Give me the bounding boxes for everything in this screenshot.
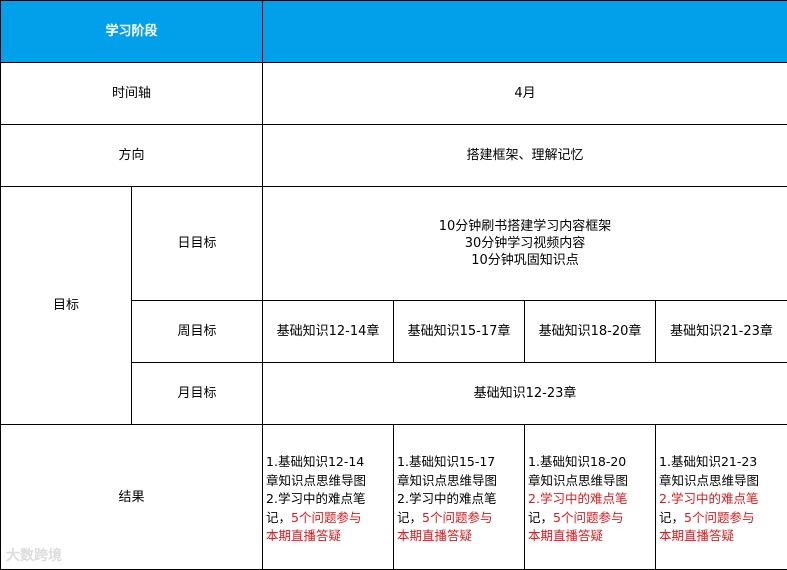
- result-line: 本期直播答疑: [659, 527, 787, 546]
- timeline-value: 4月: [263, 63, 787, 125]
- daily-goal-line: 30分钟学习视频内容: [263, 235, 787, 252]
- result-line: 本期直播答疑: [528, 527, 655, 546]
- weekly-goal-cell: 基础知识18-20章: [525, 301, 656, 363]
- result-cell: 1.基础知识18-20章知识点思维导图2.学习中的难点笔记，5个问题参与本期直播…: [525, 425, 656, 570]
- result-line: 本期直播答疑: [397, 527, 524, 546]
- result-line: 本期直播答疑: [266, 527, 393, 546]
- result-line: 章知识点思维导图: [397, 472, 524, 491]
- daily-goal-line: 10分钟刷书搭建学习内容框架: [263, 218, 787, 235]
- weekly-goal-cell: 基础知识21-23章: [656, 301, 787, 363]
- result-line: 1.基础知识21-23: [659, 453, 787, 472]
- result-text: 记，: [266, 510, 291, 525]
- result-line: 记，5个问题参与: [397, 509, 524, 528]
- result-highlight: 5个问题参与: [553, 510, 623, 525]
- result-line: 记，5个问题参与: [659, 509, 787, 528]
- timeline-label: 时间轴: [1, 63, 263, 125]
- result-line: 2.学习中的难点笔: [528, 490, 655, 509]
- watermark-logo: 大数跨境: [6, 545, 62, 565]
- weekly-goal-label: 周目标: [132, 301, 263, 363]
- result-line: 1.基础知识15-17: [397, 453, 524, 472]
- daily-goal-row: 目标 日目标 10分钟刷书搭建学习内容框架 30分钟学习视频内容 10分钟巩固知…: [1, 187, 787, 301]
- header-label: 学习阶段: [1, 1, 263, 63]
- weekly-goal-cell: 基础知识15-17章: [394, 301, 525, 363]
- weekly-goal-cell: 基础知识12-14章: [263, 301, 394, 363]
- results-row: 结果 1.基础知识12-14章知识点思维导图2.学习中的难点笔记，5个问题参与本…: [1, 425, 787, 570]
- daily-goal-line: 10分钟巩固知识点: [263, 252, 787, 269]
- direction-value: 搭建框架、理解记忆: [263, 125, 787, 187]
- result-line: 2.学习中的难点笔: [397, 490, 524, 509]
- result-line: 章知识点思维导图: [266, 472, 393, 491]
- result-cell: 1.基础知识15-17章知识点思维导图2.学习中的难点笔记，5个问题参与本期直播…: [394, 425, 525, 570]
- result-line: 2.学习中的难点笔: [659, 490, 787, 509]
- daily-goal-label: 日目标: [132, 187, 263, 301]
- direction-row: 方向 搭建框架、理解记忆: [1, 125, 787, 187]
- result-highlight: 5个问题参与: [422, 510, 492, 525]
- result-line: 章知识点思维导图: [659, 472, 787, 491]
- header-row: 学习阶段: [1, 1, 787, 63]
- monthly-goal-label: 月目标: [132, 363, 263, 425]
- result-highlight: 5个问题参与: [684, 510, 754, 525]
- result-cell: 1.基础知识21-23章知识点思维导图2.学习中的难点笔记，5个问题参与本期直播…: [656, 425, 787, 570]
- result-line: 1.基础知识12-14: [266, 453, 393, 472]
- result-line: 2.学习中的难点笔: [266, 490, 393, 509]
- monthly-goal-value: 基础知识12-23章: [263, 363, 787, 425]
- result-highlight: 5个问题参与: [291, 510, 361, 525]
- result-line: 记，5个问题参与: [266, 509, 393, 528]
- result-cell: 1.基础知识12-14章知识点思维导图2.学习中的难点笔记，5个问题参与本期直播…: [263, 425, 394, 570]
- result-line: 记，5个问题参与: [528, 509, 655, 528]
- header-value: [263, 1, 787, 63]
- goals-label: 目标: [1, 187, 132, 425]
- result-text: 记，: [397, 510, 422, 525]
- timeline-row: 时间轴 4月: [1, 63, 787, 125]
- direction-label: 方向: [1, 125, 263, 187]
- study-plan-table: 学习阶段 时间轴 4月 方向 搭建框架、理解记忆 目标 日目标 10分钟刷书搭建…: [0, 0, 787, 570]
- result-text: 记，: [528, 510, 553, 525]
- result-line: 1.基础知识18-20: [528, 453, 655, 472]
- result-text: 记，: [659, 510, 684, 525]
- daily-goal-value: 10分钟刷书搭建学习内容框架 30分钟学习视频内容 10分钟巩固知识点: [263, 187, 787, 301]
- result-line: 章知识点思维导图: [528, 472, 655, 491]
